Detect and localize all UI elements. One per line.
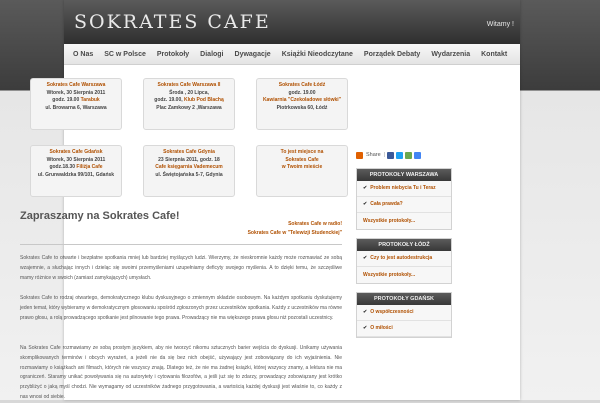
event-card-warszawa-2[interactable]: Sokrates Cafe Warszawa II Środa , 20 Lip… bbox=[143, 78, 235, 130]
event-address: Plac Zamkowy 2 ,Warszawa bbox=[156, 104, 222, 111]
intro-paragraph-2: Sokrates Cafe to rodzaj otwartego, demok… bbox=[20, 295, 342, 321]
check-icon: ✔ bbox=[363, 255, 368, 261]
share-label[interactable]: Share bbox=[366, 152, 381, 158]
event-time-place: Kawiarnia "Czekoladowe słówki" bbox=[257, 97, 347, 105]
protocol-link[interactable]: ✔ Czy to jest autodestrukcja bbox=[357, 251, 451, 267]
sidebar-box-title: PROTOKOŁY GDAŃSK bbox=[357, 293, 451, 305]
site-header: SOKRATES CAFE Witamy ! bbox=[64, 0, 520, 44]
nav-item-protokoly[interactable]: Protokoły bbox=[157, 51, 189, 58]
nav-item-sc-w-polsce[interactable]: SC w Polsce bbox=[104, 51, 146, 58]
event-date: Wtorek, 30 Sierpnia 2011 bbox=[46, 156, 106, 163]
divider bbox=[20, 244, 342, 245]
intro-paragraph-1: Sokrates Cafe to otwarte i bezpłatne spo… bbox=[20, 255, 342, 281]
event-address: Piotrkowska 60, Łódź bbox=[276, 104, 328, 111]
event-time-place: w Twoim mieście bbox=[257, 164, 347, 172]
event-date: godz. 19.00 bbox=[288, 89, 316, 96]
check-icon: ✔ bbox=[363, 325, 368, 331]
share-icon[interactable] bbox=[356, 151, 363, 159]
event-venue-link[interactable]: Klub Pod Blachą bbox=[184, 97, 224, 103]
nav-item-kontakt[interactable]: Kontakt bbox=[481, 51, 507, 58]
site-logo[interactable]: SOKRATES CAFE bbox=[74, 11, 271, 33]
event-title[interactable]: Sokrates Cafe Warszawa II bbox=[144, 82, 234, 90]
event-title[interactable]: Sokrates Cafe Warszawa bbox=[31, 82, 121, 90]
welcome-text: Witamy ! bbox=[486, 21, 514, 28]
event-time-place: godz.18.30 Filiżja Cafe bbox=[49, 164, 103, 171]
sidebar-box-warszawa: PROTOKOŁY WARSZAWA ✔ Problem niebycia Tu … bbox=[356, 168, 452, 230]
event-title[interactable]: Sokrates Cafe Gdynia bbox=[144, 149, 234, 157]
main-content: Zapraszamy na Sokrates Cafe! Sokrates Ca… bbox=[20, 210, 342, 400]
protocol-link[interactable]: ✔ Cała prawda? bbox=[357, 197, 451, 213]
event-card-gdynia[interactable]: Sokrates Cafe Gdynia 23 Sierpnia 2011, g… bbox=[143, 145, 235, 197]
event-title[interactable]: Sokrates Cafe Łódź bbox=[257, 82, 347, 90]
sidebar-box-title: PROTOKOŁY WARSZAWA bbox=[357, 169, 451, 181]
media-links: Sokrates Cafe w radio! Sokrates Cafe w "… bbox=[248, 220, 342, 238]
event-card-your-city[interactable]: To jest miejsce na Sokrates Cafe w Twoim… bbox=[256, 145, 348, 197]
radio-link[interactable]: Sokrates Cafe w radio! bbox=[248, 220, 342, 229]
event-venue-link[interactable]: Cafe księgarnia Vademecum bbox=[155, 164, 223, 170]
event-venue-link[interactable]: Kawiarnia "Czekoladowe słówki" bbox=[263, 97, 341, 103]
event-title[interactable]: Sokrates Cafe Gdańsk bbox=[31, 149, 121, 157]
event-venue-link[interactable]: w Twoim mieście bbox=[282, 164, 322, 170]
tv-link[interactable]: Sokrates Cafe w "Telewizji Studenckiej" bbox=[248, 229, 342, 238]
check-icon: ✔ bbox=[363, 309, 368, 315]
event-venue-link[interactable]: Tarabuk bbox=[81, 97, 100, 103]
all-protocols-link[interactable]: Wszystkie protokoły... bbox=[357, 213, 451, 229]
bookmark-icon[interactable] bbox=[405, 151, 413, 159]
background-right bbox=[520, 0, 600, 400]
nav-item-ksiazki[interactable]: Książki Nieodczytane bbox=[282, 51, 353, 58]
sidebar: Share | PROTOKOŁY WARSZAWA ✔ Problem nieb… bbox=[356, 150, 452, 338]
intro-paragraph-3: Na Sokrates Cafe rozmawiamy ze sobą pros… bbox=[20, 345, 342, 400]
check-icon: ✔ bbox=[363, 185, 368, 191]
event-date: 23 Sierpnia 2011, godz. 18 bbox=[158, 156, 220, 163]
event-time-place: godz. 19.00, Klub Pod Blachą bbox=[154, 97, 224, 104]
event-title[interactable]: To jest miejsce na bbox=[257, 149, 347, 157]
event-date: Wtorek, 30 Sierpnia 2011 bbox=[46, 89, 106, 96]
event-address: ul. Browarna 6, Warszawa bbox=[45, 104, 107, 111]
event-card-lodz[interactable]: Sokrates Cafe Łódź godz. 19.00 Kawiarnia… bbox=[256, 78, 348, 130]
event-address: ul. Świętojańska 5-7, Gdynia bbox=[155, 171, 223, 178]
protocol-link[interactable]: ✔ O współczesności bbox=[357, 305, 451, 321]
nav-item-dialogi[interactable]: Dialogi bbox=[200, 51, 223, 58]
share-bar: Share | bbox=[356, 150, 452, 160]
event-card-gdansk[interactable]: Sokrates Cafe Gdańsk Wtorek, 30 Sierpnia… bbox=[30, 145, 122, 197]
event-venue-link[interactable]: Filiżja Cafe bbox=[76, 164, 102, 170]
nav-item-o-nas[interactable]: O Nas bbox=[73, 51, 93, 58]
check-icon: ✔ bbox=[363, 201, 368, 207]
facebook-icon[interactable] bbox=[387, 151, 395, 159]
event-date: Sokrates Cafe bbox=[285, 156, 319, 163]
page: SOKRATES CAFE Witamy ! O Nas SC w Polsce… bbox=[0, 0, 600, 400]
nav-item-dywagacje[interactable]: Dywagacje bbox=[235, 51, 271, 58]
nav-item-wydarzenia[interactable]: Wydarzenia bbox=[431, 51, 470, 58]
event-card-warszawa[interactable]: Sokrates Cafe Warszawa Wtorek, 30 Sierpn… bbox=[30, 78, 122, 130]
protocol-link[interactable]: ✔ O miłości bbox=[357, 321, 451, 337]
twitter-icon[interactable] bbox=[396, 151, 404, 159]
google-icon[interactable] bbox=[414, 151, 422, 159]
main-nav: O Nas SC w Polsce Protokoły Dialogi Dywa… bbox=[64, 44, 520, 65]
event-time-place: godz. 19.00 Tarabuk bbox=[52, 97, 100, 104]
event-address: ul. Grunwaldzka 99/101, Gdańsk bbox=[37, 171, 115, 178]
event-time-place: Cafe księgarnia Vademecum bbox=[144, 164, 234, 172]
nav-item-porzadek-debaty[interactable]: Porządek Debaty bbox=[364, 51, 420, 58]
all-protocols-link[interactable]: Wszystkie protokoły... bbox=[357, 267, 451, 283]
sidebar-box-lodz: PROTOKOŁY ŁÓDŹ ✔ Czy to jest autodestrukc… bbox=[356, 238, 452, 284]
protocol-link[interactable]: ✔ Problem niebycia Tu i Teraz bbox=[357, 181, 451, 197]
event-date: Środa , 20 Lipca, bbox=[169, 89, 209, 96]
sidebar-box-gdansk: PROTOKOŁY GDAŃSK ✔ O współczesności ✔ O mi… bbox=[356, 292, 452, 338]
sidebar-box-title: PROTOKOŁY ŁÓDŹ bbox=[357, 239, 451, 251]
